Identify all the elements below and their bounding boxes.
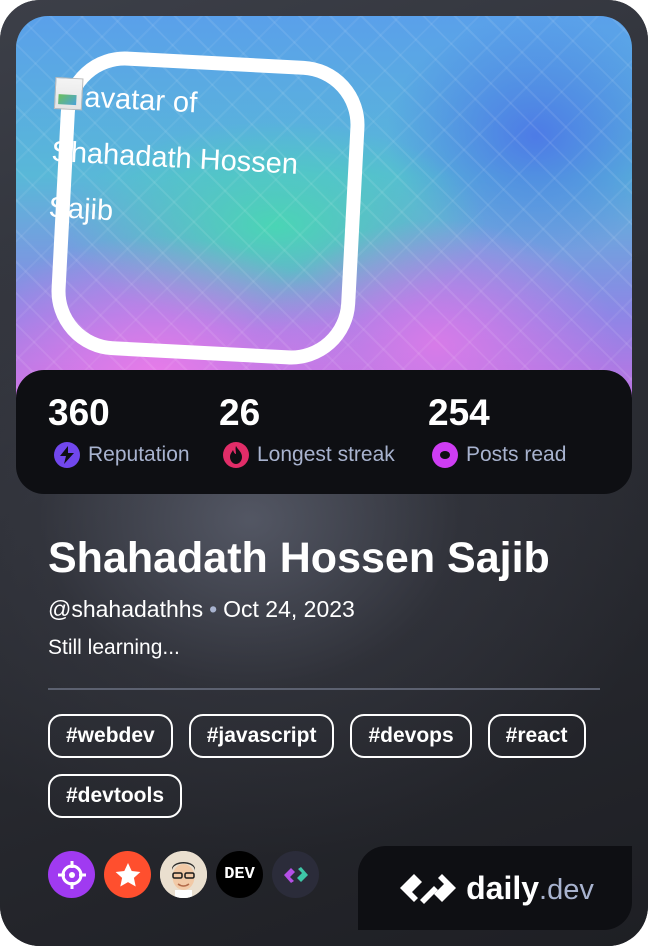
stats-bar: 360 Reputation 26 Longest streak 254 Pos… (16, 370, 632, 494)
stat-longest-streak: 26 Longest streak (219, 392, 395, 468)
badges-row: DEV (48, 851, 319, 898)
dailydev-brand-icon (400, 874, 457, 904)
stat-reputation-label: Reputation (88, 443, 190, 466)
meta-separator: • (209, 596, 218, 622)
lightning-icon (54, 442, 80, 468)
broken-image-icon (53, 76, 84, 111)
stat-posts-value: 254 (428, 392, 490, 433)
brand-suffix: .dev (539, 873, 594, 906)
star-icon[interactable] (104, 851, 151, 898)
dev-logo-label: DEV (224, 865, 255, 884)
stat-posts-read: 254 Posts read (428, 392, 566, 468)
profile-handle: @shahadathhs (48, 596, 204, 622)
stat-posts-label: Posts read (466, 443, 567, 466)
divider (48, 688, 600, 690)
tag-devtools[interactable]: #devtools (48, 774, 183, 818)
dev-logo-icon[interactable]: DEV (216, 851, 263, 898)
crosshair-icon[interactable] (48, 851, 95, 898)
tag-webdev[interactable]: #webdev (48, 714, 173, 758)
brand-logo: daily.dev (358, 846, 632, 930)
eye-icon (432, 442, 458, 468)
brand-name: daily (466, 869, 540, 906)
profile-joined-date: Oct 24, 2023 (223, 596, 355, 622)
tag-javascript[interactable]: #javascript (188, 714, 335, 758)
flame-icon (223, 442, 249, 468)
stat-reputation-value: 360 (48, 392, 110, 433)
tags-list: #webdev #javascript #devops #react #devt… (48, 714, 608, 818)
dailydev-logo-icon[interactable] (272, 851, 319, 898)
avatar-alt-text: avatar of Shahadath Hossen Sajib (47, 81, 299, 228)
stat-streak-value: 26 (219, 392, 261, 433)
avatar: avatar of Shahadath Hossen Sajib (47, 68, 345, 251)
tag-devops[interactable]: #devops (350, 714, 472, 758)
cover-image: avatar of Shahadath Hossen Sajib (16, 16, 632, 416)
devcard: avatar of Shahadath Hossen Sajib 360 Rep… (0, 0, 648, 946)
stat-streak-label: Longest streak (257, 443, 395, 466)
profile-meta: @shahadathhs • Oct 24, 2023 (48, 596, 355, 623)
tag-react[interactable]: #react (487, 714, 586, 758)
profile-name: Shahadath Hossen Sajib (48, 534, 550, 582)
profile-bio: Still learning... (48, 636, 180, 659)
stat-reputation: 360 Reputation (48, 392, 190, 468)
memoji-avatar-icon[interactable] (160, 851, 207, 898)
